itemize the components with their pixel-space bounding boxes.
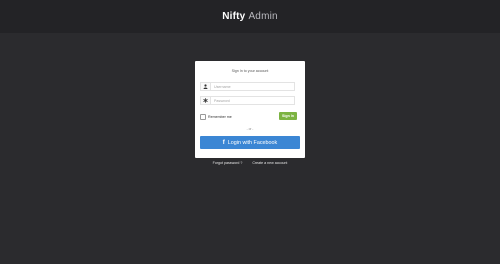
username-field <box>200 82 295 91</box>
facebook-login-button[interactable]: f Login with Facebook <box>200 136 300 149</box>
login-links: Forgot password ? Create a new account <box>195 161 305 165</box>
remember-me[interactable]: Remember me <box>200 114 232 120</box>
or-separator: - or - <box>246 127 254 131</box>
facebook-login-label: Login with Facebook <box>227 139 278 146</box>
facebook-icon: f <box>222 139 225 146</box>
forgot-password-link[interactable]: Forgot password ? <box>213 161 243 165</box>
password-input[interactable] <box>211 97 294 104</box>
user-icon <box>201 83 211 90</box>
brand-name: Nifty <box>222 11 246 22</box>
login-panel: Sign In to your account Remember me Sign… <box>195 61 305 158</box>
create-account-link[interactable]: Create a new account <box>252 161 287 165</box>
asterisk-icon <box>201 97 211 104</box>
brand-suffix: Admin <box>248 11 278 22</box>
login-title: Sign In to your account <box>231 69 269 73</box>
remember-checkbox[interactable] <box>200 114 206 120</box>
brand-logo[interactable]: Nifty Admin <box>222 11 278 22</box>
username-input[interactable] <box>211 83 294 90</box>
sign-in-button[interactable]: Sign In <box>279 112 297 120</box>
password-field <box>200 96 295 105</box>
top-navbar: Nifty Admin <box>0 0 500 33</box>
remember-label: Remember me <box>208 115 232 119</box>
